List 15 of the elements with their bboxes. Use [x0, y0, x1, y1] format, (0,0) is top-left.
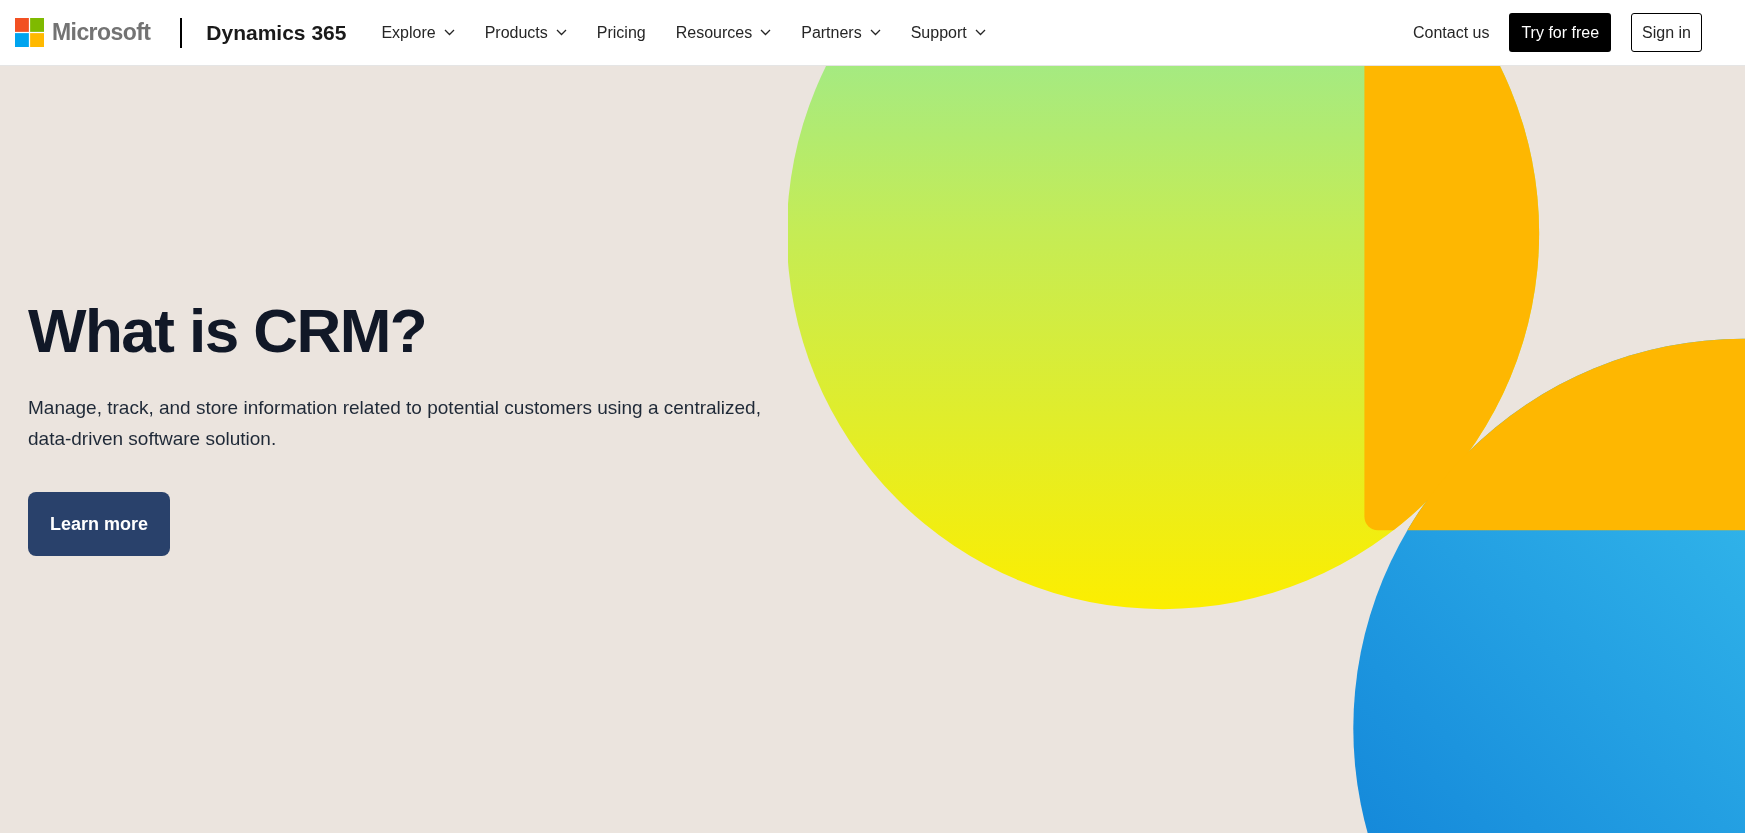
hero-title: What is CRM?: [28, 300, 428, 362]
product-name[interactable]: Dynamics 365: [206, 16, 347, 49]
brand-name: Microsoft: [52, 18, 151, 48]
nav-link[interactable]: Pricing: [581, 12, 661, 53]
nav-link[interactable]: Partners: [786, 12, 896, 53]
try-free-button[interactable]: Try for free: [1509, 13, 1612, 52]
nav-link[interactable]: Resources: [660, 12, 787, 53]
logo-icon: [15, 18, 44, 47]
sign-in-button[interactable]: Sign in: [1631, 13, 1702, 52]
hero-description: Manage, track, and store information related to potential customers using a centralized, data-driven software solution.: [28, 396, 762, 451]
nav-link[interactable]: Support: [895, 12, 1001, 53]
learn-more-button[interactable]: Learn more: [28, 492, 171, 556]
nav-link[interactable]: Products: [469, 12, 582, 53]
nav-link[interactable]: Explore: [366, 12, 470, 53]
contact-link[interactable]: Contact us: [1412, 20, 1490, 45]
